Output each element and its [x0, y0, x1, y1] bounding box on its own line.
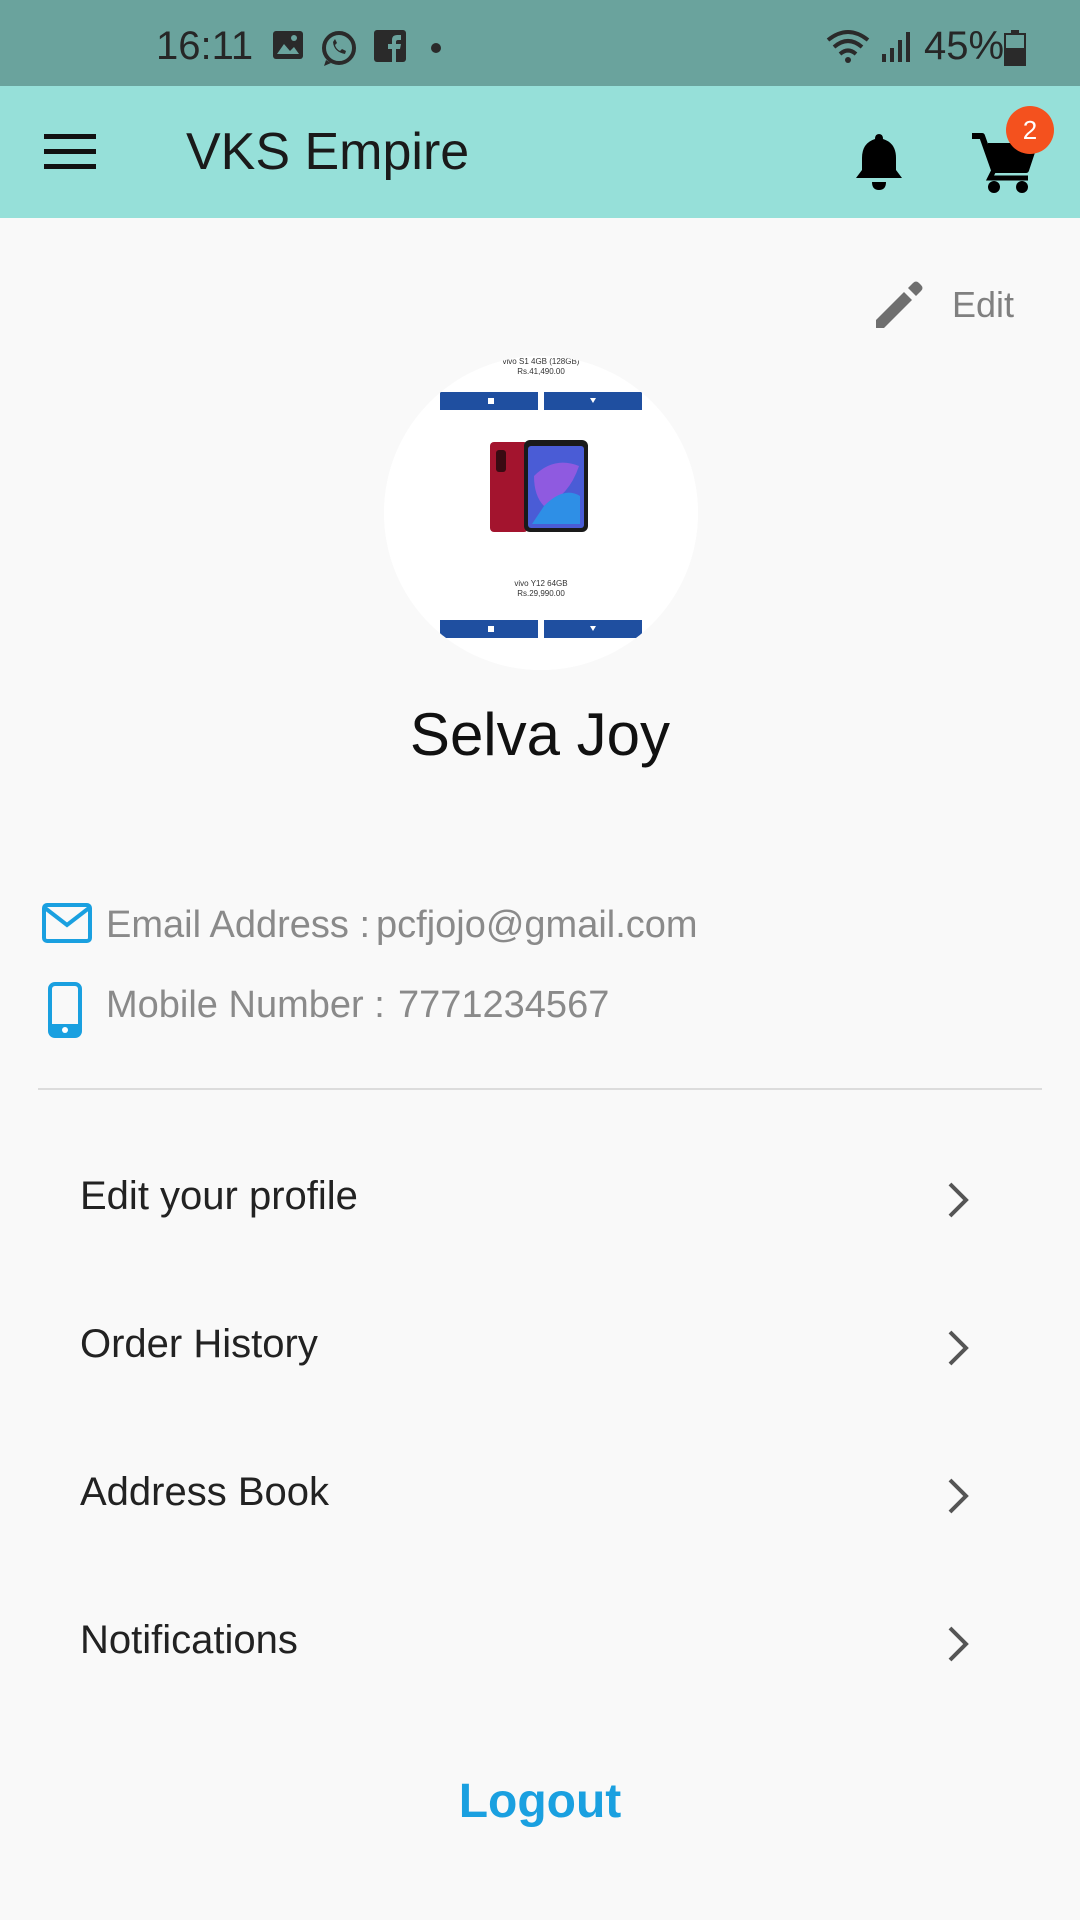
facebook-icon — [374, 30, 406, 62]
chevron-right-icon — [948, 1626, 969, 1662]
dot-icon — [431, 43, 441, 53]
menu-item-label: Order History — [80, 1322, 318, 1366]
chevron-right-icon — [948, 1478, 969, 1514]
status-bar: 16:11 45% — [0, 0, 1080, 86]
menu-item-label: Notifications — [80, 1618, 298, 1662]
avatar-top-price: Rs.41,490.00 — [517, 367, 565, 376]
email-row: Email Address : pcfjojo@gmail.com — [42, 898, 1042, 954]
battery-icon — [1004, 30, 1026, 66]
signal-icon — [882, 32, 910, 62]
notification-bell-icon[interactable] — [850, 130, 908, 192]
edit-profile-link[interactable]: Edit — [872, 278, 1032, 338]
mobile-value: 7771234567 — [398, 984, 610, 1026]
logout-button[interactable]: Logout — [0, 1774, 1080, 1829]
cart-count-badge: 2 — [1006, 106, 1054, 154]
divider — [38, 1088, 1042, 1090]
mobile-label: Mobile Number : — [106, 984, 385, 1026]
app-bar: VKS Empire 2 — [0, 86, 1080, 218]
mobile-row: Mobile Number : 7771234567 — [42, 978, 1042, 1038]
email-value: pcfjojo@gmail.com — [376, 904, 698, 946]
gallery-icon — [273, 31, 303, 59]
avatar-image: vivo S1 4GB (128GB) Rs.41,490.00 vivo Y1… — [384, 356, 698, 670]
wifi-icon — [826, 30, 870, 63]
app-title: VKS Empire — [186, 123, 470, 181]
battery-percent: 45% — [924, 24, 1005, 68]
avatar-top-name: vivo S1 4GB (128GB) — [503, 357, 580, 366]
avatar-bottom-price: Rs.29,990.00 — [517, 589, 565, 598]
mail-icon — [42, 903, 92, 943]
avatar[interactable]: vivo S1 4GB (128GB) Rs.41,490.00 vivo Y1… — [384, 356, 698, 670]
menu-item-label: Address Book — [80, 1470, 330, 1514]
email-label: Email Address : — [106, 904, 370, 946]
status-time: 16:11 — [156, 24, 254, 68]
whatsapp-icon — [322, 31, 356, 66]
menu-item-edit-profile[interactable]: Edit your profile — [0, 1144, 1080, 1254]
phone-icon — [48, 982, 82, 1038]
pencil-icon — [876, 281, 923, 328]
menu-item-notifications[interactable]: Notifications — [0, 1588, 1080, 1698]
hamburger-menu-icon[interactable] — [44, 132, 96, 172]
edit-label: Edit — [952, 284, 1015, 325]
chevron-right-icon — [948, 1182, 969, 1218]
chevron-right-icon — [948, 1330, 969, 1366]
avatar-bottom-name: vivo Y12 64GB — [514, 579, 567, 588]
menu-item-order-history[interactable]: Order History — [0, 1292, 1080, 1402]
menu-item-label: Edit your profile — [80, 1174, 358, 1218]
profile-name: Selva Joy — [409, 701, 671, 768]
menu-item-address-book[interactable]: Address Book — [0, 1440, 1080, 1550]
